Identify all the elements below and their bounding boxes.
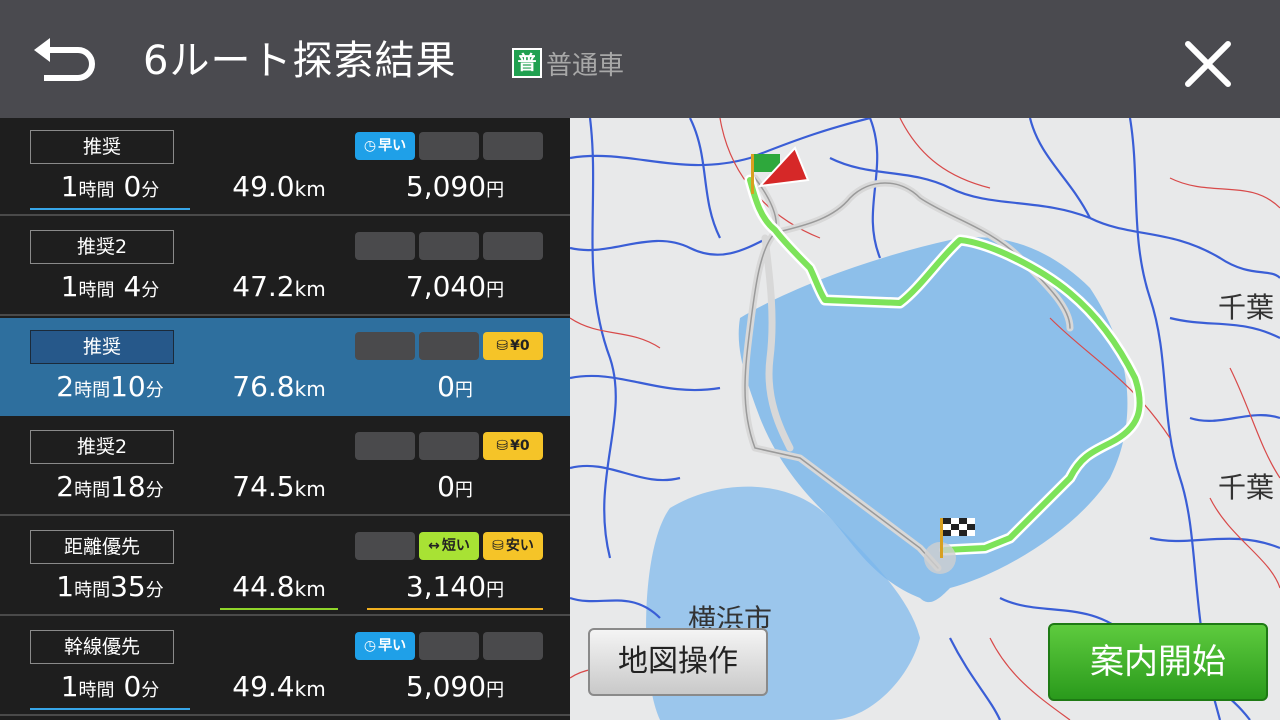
route-toll: 7,040円 (405, 270, 505, 303)
clock-icon: ◷ (363, 138, 377, 154)
route-toll: 0円 (437, 470, 473, 503)
route-row[interactable]: 推奨2 1時間 4分 47.2km 7,040円 (0, 218, 570, 316)
route-time: 1時間35分 (56, 570, 164, 603)
route-badges: ⛁ ¥0 (355, 332, 545, 362)
route-name: 距離優先 (30, 530, 174, 564)
empty-badge (419, 332, 479, 360)
empty-badge (419, 632, 479, 660)
vehicle-type: 普 普通車 (512, 47, 625, 81)
route-row[interactable]: 距離優先 ↔ 短い ⛁ 安い 1時間35分 44.8km 3,140円 (0, 518, 570, 616)
route-row[interactable]: 幹線優先 ◷ 早い 1時間 0分 49.4km 5,090円 (0, 618, 570, 716)
header-bar: 6ルート探索結果 普 普通車 (0, 0, 1280, 118)
empty-badge (355, 232, 415, 260)
route-name: 推奨2 (30, 230, 174, 264)
coin-badge: ⛁ ¥0 (483, 332, 543, 360)
route-toll: 5,090円 (405, 170, 505, 203)
route-badges: ◷ 早い (355, 132, 545, 162)
short-badge: ↔ 短い (419, 532, 479, 560)
route-toll: 5,090円 (405, 670, 505, 703)
coin-icon: ⛁ (492, 538, 504, 554)
empty-badge (483, 632, 543, 660)
vehicle-label: 普通車 (546, 50, 625, 81)
route-list: 推奨 ◷ 早い 1時間 0分 49.0km 5,090円 推奨2 1時間 4分 4… (0, 118, 570, 720)
route-row[interactable]: 推奨 ◷ 早い 1時間 0分 49.0km 5,090円 (0, 118, 570, 216)
place-label-chiba: 千葉 (1218, 291, 1275, 324)
route-time: 1時間 4分 (60, 270, 160, 303)
route-badges: ↔ 短い ⛁ 安い (355, 532, 545, 562)
route-row-selected[interactable]: 推奨 ⛁ ¥0 2時間10分 76.8km 0円 (0, 318, 570, 416)
empty-badge (355, 432, 415, 460)
route-name: 推奨2 (30, 430, 174, 464)
route-time: 2時間10分 (56, 370, 164, 403)
route-distance: 49.4km (232, 670, 326, 703)
map-view[interactable]: 横浜市 千葉 千葉 地図操作 案内開始 (570, 118, 1280, 720)
route-badges: ◷ 早い (355, 632, 545, 662)
empty-badge (419, 232, 479, 260)
empty-badge (483, 132, 543, 160)
route-distance: 76.8km (232, 370, 326, 403)
empty-badge (419, 432, 479, 460)
coin-badge: ⛁ ¥0 (483, 432, 543, 460)
coin-badge: ⛁ 安い (483, 532, 543, 560)
route-distance: 44.8km (220, 570, 338, 610)
route-toll: 3,140円 (367, 570, 543, 610)
route-distance: 74.5km (232, 470, 326, 503)
route-row[interactable]: 推奨2 ⛁ ¥0 2時間18分 74.5km 0円 (0, 418, 570, 516)
empty-badge (355, 532, 415, 560)
route-badges (355, 232, 545, 262)
route-distance: 49.0km (232, 170, 326, 203)
coin-icon: ⛁ (496, 338, 509, 354)
start-guidance-button[interactable]: 案内開始 (1048, 623, 1268, 701)
fast-badge: ◷ 早い (355, 632, 415, 660)
distance-icon: ↔ (428, 538, 440, 554)
map-operation-button[interactable]: 地図操作 (588, 628, 768, 696)
route-name: 幹線優先 (30, 630, 174, 664)
close-icon[interactable] (1180, 36, 1236, 92)
back-icon[interactable] (30, 36, 100, 86)
fast-badge: ◷ 早い (355, 132, 415, 160)
place-label-chiba: 千葉 (1218, 471, 1275, 504)
route-toll: 0円 (437, 370, 473, 403)
page-title: 6ルート探索結果 (143, 38, 457, 84)
clock-icon: ◷ (363, 638, 377, 654)
route-name: 推奨 (30, 330, 174, 364)
vehicle-badge: 普 (512, 48, 542, 78)
route-time: 1時間 0分 (30, 670, 190, 710)
route-distance: 47.2km (232, 270, 326, 303)
empty-badge (483, 232, 543, 260)
route-time: 2時間18分 (56, 470, 164, 503)
route-badges: ⛁ ¥0 (355, 432, 545, 462)
route-time: 1時間 0分 (30, 170, 190, 210)
empty-badge (355, 332, 415, 360)
empty-badge (419, 132, 479, 160)
coin-icon: ⛁ (496, 438, 509, 454)
route-name: 推奨 (30, 130, 174, 164)
